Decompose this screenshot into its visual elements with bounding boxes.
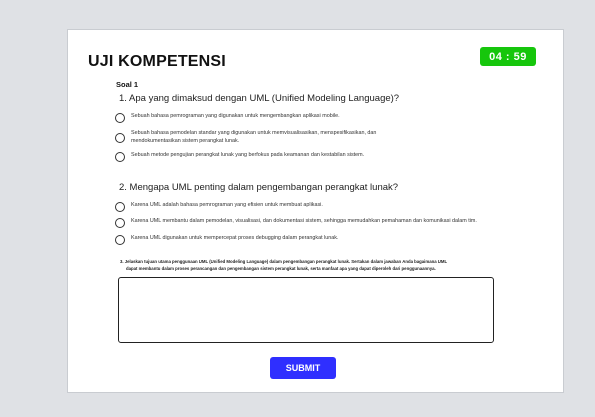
question-2-option-2[interactable]: Karena UML membantu dalam pemodelan, vis…: [115, 218, 477, 228]
question-3-text: 3. Jelaskan tujuan utama penggunaan UML …: [120, 258, 520, 272]
option-label: Sebuah bahasa pemodelan standar yang dig…: [131, 130, 376, 145]
question-1-text: 1. Apa yang dimaksud dengan UML (Unified…: [119, 93, 400, 104]
radio-button[interactable]: [115, 202, 125, 212]
option-label: Sebuah metode pengujian perangkat lunak …: [131, 152, 365, 158]
question-2-option-1[interactable]: Karena UML adalah bahasa pemrograman yan…: [115, 202, 323, 212]
submit-button[interactable]: SUBMIT: [270, 357, 336, 379]
question-2-text: 2. Mengapa UML penting dalam pengembanga…: [119, 182, 399, 193]
option-label: Sebuah bahasa pemrograman yang digunakan…: [131, 113, 340, 119]
quiz-card: UJI KOMPETENSI 04 : 59 Soal 1 1. Apa yan…: [67, 29, 564, 393]
radio-button[interactable]: [115, 235, 125, 245]
question-3-line-2: dapat membantu dalam proses perancangan …: [126, 266, 436, 271]
option-label: Karena UML digunakan untuk mempercepat p…: [131, 235, 339, 241]
option-label: Karena UML adalah bahasa pemrograman yan…: [131, 202, 323, 208]
radio-button[interactable]: [115, 152, 125, 162]
option-label: Karena UML membantu dalam pemodelan, vis…: [131, 218, 477, 224]
question-1-option-3[interactable]: Sebuah metode pengujian perangkat lunak …: [115, 152, 364, 162]
radio-button[interactable]: [115, 133, 125, 143]
question-1-option-2[interactable]: Sebuah bahasa pemodelan standar yang dig…: [115, 130, 376, 145]
question-1-option-1[interactable]: Sebuah bahasa pemrograman yang digunakan…: [115, 113, 340, 123]
option-label-line-1: Sebuah bahasa pemodelan standar yang dig…: [131, 130, 377, 136]
radio-button[interactable]: [115, 113, 125, 123]
countdown-timer: 04 : 59: [480, 47, 536, 66]
answer-textarea[interactable]: [118, 277, 494, 343]
question-3-line-1: 3. Jelaskan tujuan utama penggunaan UML …: [120, 259, 448, 264]
section-label: Soal 1: [116, 80, 139, 89]
option-label-line-2: mendokumentasikan sistem perangkat lunak…: [131, 137, 240, 144]
question-2-option-3[interactable]: Karena UML digunakan untuk mempercepat p…: [115, 235, 338, 245]
page-title: UJI KOMPETENSI: [88, 53, 226, 70]
radio-button[interactable]: [115, 218, 125, 228]
